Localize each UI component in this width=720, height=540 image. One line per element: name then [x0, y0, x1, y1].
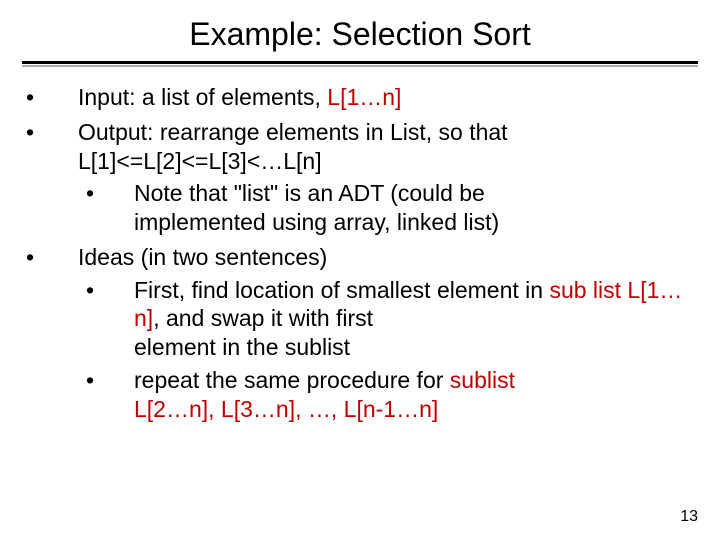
title-underline [22, 61, 698, 67]
bullet-output: Output: rearrange elements in List, so t… [22, 118, 698, 237]
bullet-ideas: Ideas (in two sentences) First, find loc… [22, 243, 698, 424]
slide-title: Example: Selection Sort [0, 0, 720, 61]
subbullet-repeat: repeat the same procedure for sublist L[… [78, 366, 698, 424]
text: First, find location of smallest element… [134, 277, 549, 303]
page-number: 13 [680, 508, 698, 526]
text: Note that "list" is an ADT (could be [134, 180, 485, 206]
subbullet-adt: Note that "list" is an ADT (could be imp… [78, 179, 698, 237]
text: repeat the same procedure for [134, 367, 450, 393]
text: Ideas (in two sentences) [78, 244, 327, 270]
slide: Example: Selection Sort Input: a list of… [0, 0, 720, 540]
text-red: L[1…n] [327, 84, 401, 110]
bullet-input: Input: a list of elements, L[1…n] [22, 83, 698, 112]
text: Output: rearrange elements in List, so t… [78, 119, 508, 145]
text-red: sublist [450, 367, 515, 393]
text: , and swap it with first [153, 305, 373, 331]
text: L[1]<=L[2]<=L[3]<…L[n] [78, 148, 322, 174]
text: implemented using array, linked list) [134, 209, 499, 235]
text: element in the sublist [134, 334, 350, 360]
text: Input: a list of elements, [78, 84, 327, 110]
text-red: L[2…n], L[3…n], …, L[n-1…n] [134, 396, 438, 422]
subbullet-first: First, find location of smallest element… [78, 276, 698, 362]
slide-body: Input: a list of elements, L[1…n] Output… [0, 83, 720, 423]
